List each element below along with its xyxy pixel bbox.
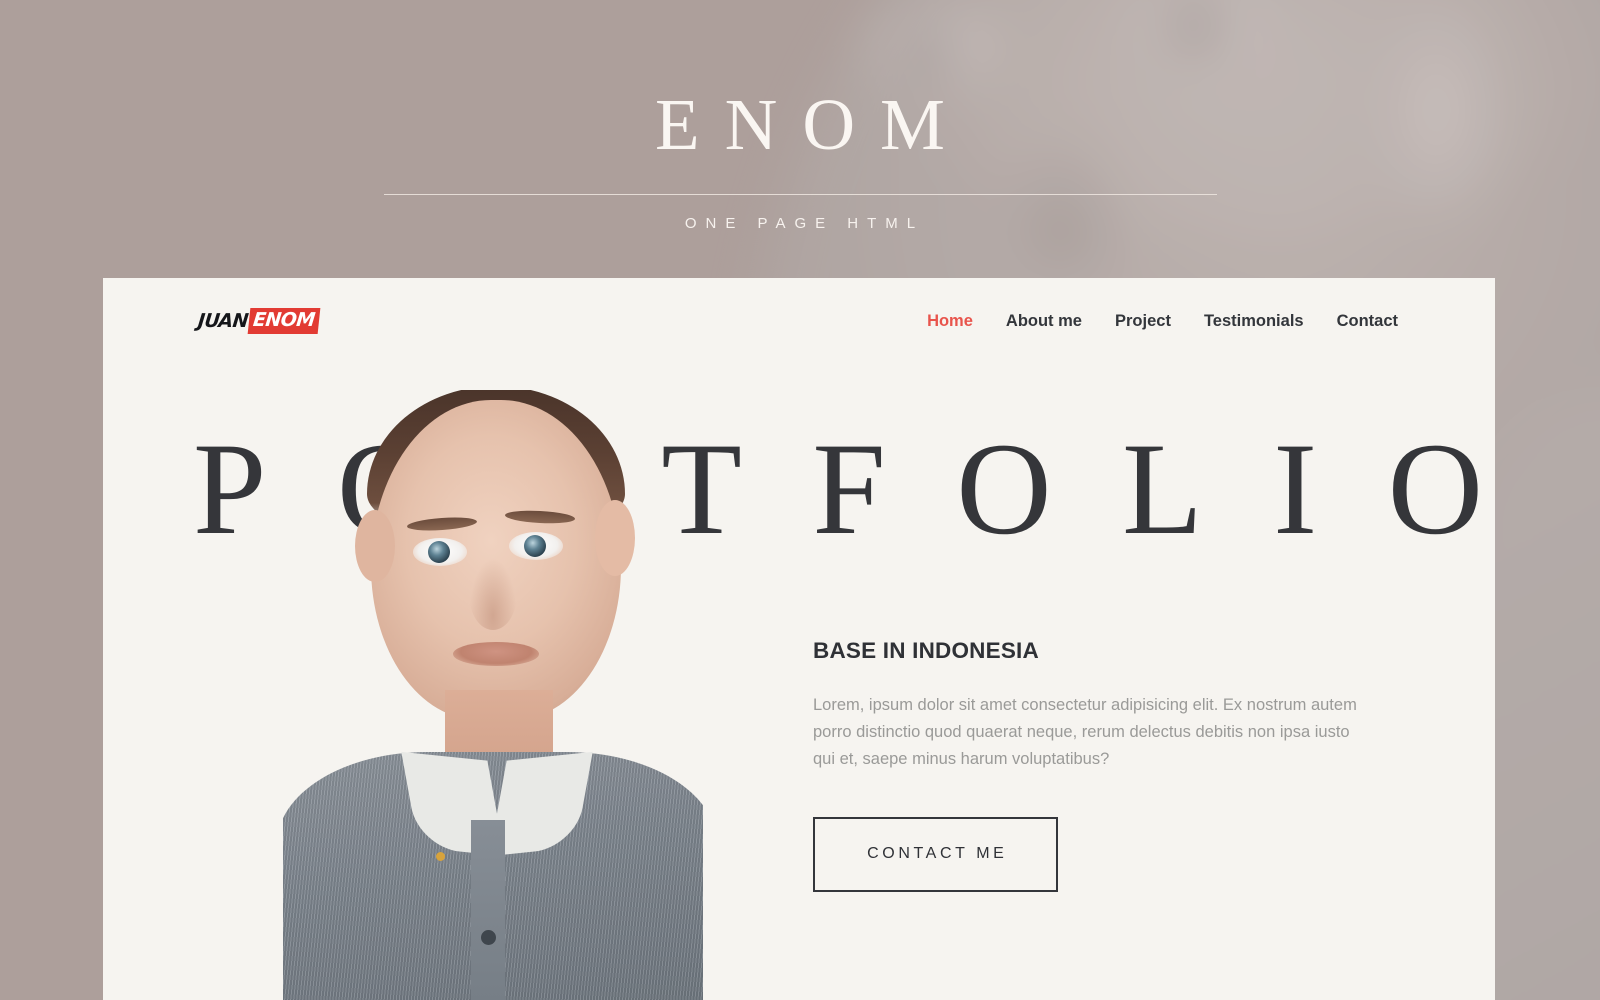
hero-copy-block: BASE IN INDONESIA Lorem, ipsum dolor sit… [813,638,1388,892]
nav-link-contact[interactable]: Contact [1337,312,1398,331]
nav-link-home[interactable]: Home [927,312,973,331]
hero-letter: P [193,415,267,562]
nav-link-about-me[interactable]: About me [1006,312,1082,331]
masthead-divider [383,194,1217,195]
content-card: JUAN ENOM Home About me Project Testimon… [103,278,1495,1000]
masthead-tagline: ONE PAGE HTML [684,215,925,232]
hero-letter: O [1387,415,1483,562]
logo-text-accent: ENOM [247,308,320,334]
nav-link-project[interactable]: Project [1115,312,1171,331]
contact-me-button[interactable]: CONTACT ME [813,816,1058,892]
hero-description: Lorem, ipsum dolor sit amet consectetur … [813,696,1357,768]
brand-title: ENOM [655,84,970,165]
hero-portrait-photo [283,390,703,1000]
nav-link-testimonials[interactable]: Testimonials [1204,312,1304,331]
hero-letter: O [956,415,1052,562]
hero-headline: BASE IN INDONESIA [813,638,1039,663]
hero-letter: I [1273,415,1318,562]
hero-letter: F [812,415,886,562]
nav-links: Home About me Project Testimonials Conta… [927,312,1398,331]
hero-letter: L [1122,415,1203,562]
site-navbar: JUAN ENOM Home About me Project Testimon… [103,278,1495,364]
logo-text-primary: JUAN [196,309,250,332]
masthead: ENOM ONE PAGE HTML [0,0,1600,278]
site-logo[interactable]: JUAN ENOM [196,308,320,334]
